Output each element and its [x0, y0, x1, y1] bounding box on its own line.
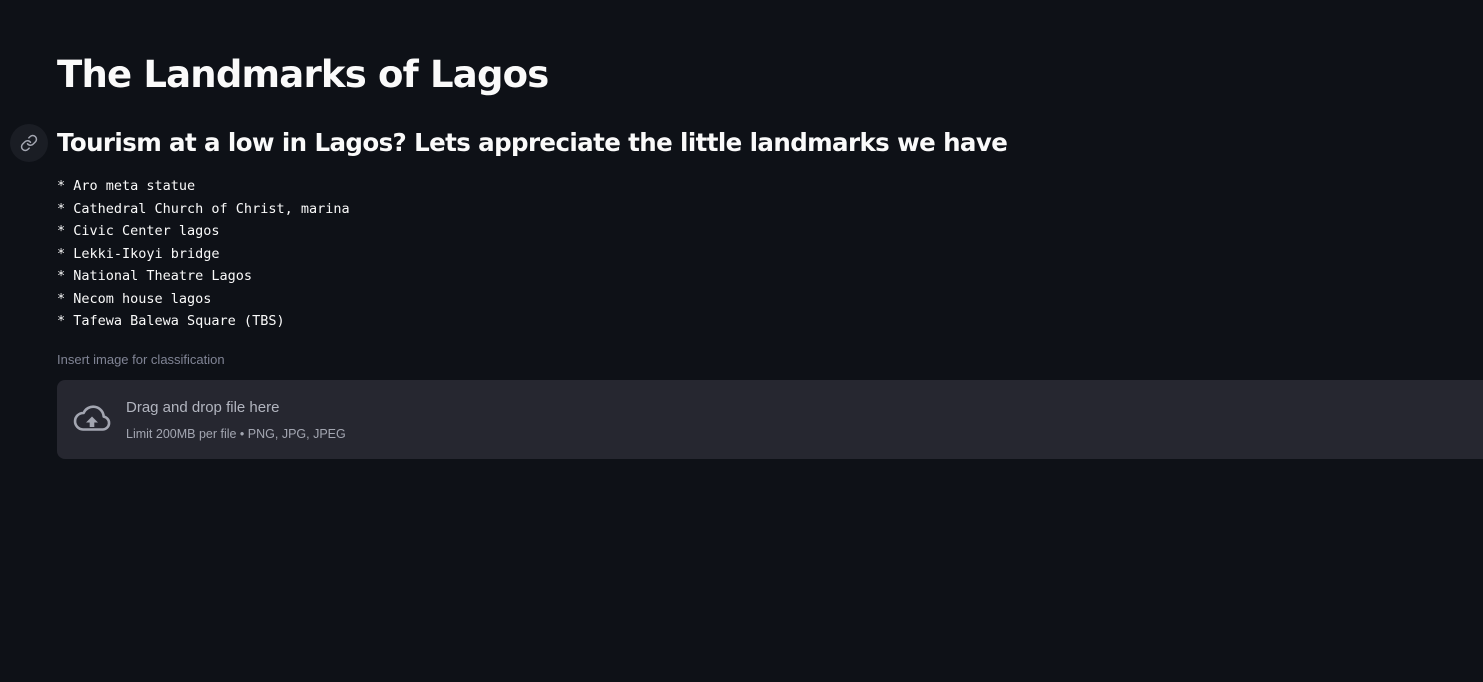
list-item: * Necom house lagos [57, 290, 212, 307]
list-item: * Aro meta statue [57, 178, 196, 194]
dropzone-file-limit: Limit 200MB per file • PNG, JPG, JPEG [126, 427, 346, 441]
list-item: * Civic Center lagos [57, 223, 220, 239]
cloud-upload-icon [73, 405, 111, 431]
dropzone-instructions: Drag and drop file here [126, 399, 280, 416]
list-item: * Tafewa Balewa Square (TBS) [57, 313, 285, 329]
file-uploader-label: Insert image for classification [57, 352, 225, 367]
list-item: * National Theatre Lagos [57, 268, 253, 284]
header-anchor-link[interactable] [10, 124, 48, 162]
app-page: The Landmarks of Lagos Tourism at a low … [0, 0, 1483, 682]
page-title: The Landmarks of Lagos [57, 53, 549, 96]
page-subtitle: Tourism at a low in Lagos? Lets apprecia… [57, 128, 1008, 157]
list-item: * Cathedral Church of Christ, marina [57, 200, 350, 217]
landmark-list: * Aro meta statue * Cathedral Church of … [57, 175, 350, 333]
file-dropzone[interactable]: Drag and drop file here Limit 200MB per … [57, 380, 1483, 459]
list-item: * Lekki-Ikoyi bridge [57, 245, 220, 262]
link-icon [20, 134, 38, 152]
